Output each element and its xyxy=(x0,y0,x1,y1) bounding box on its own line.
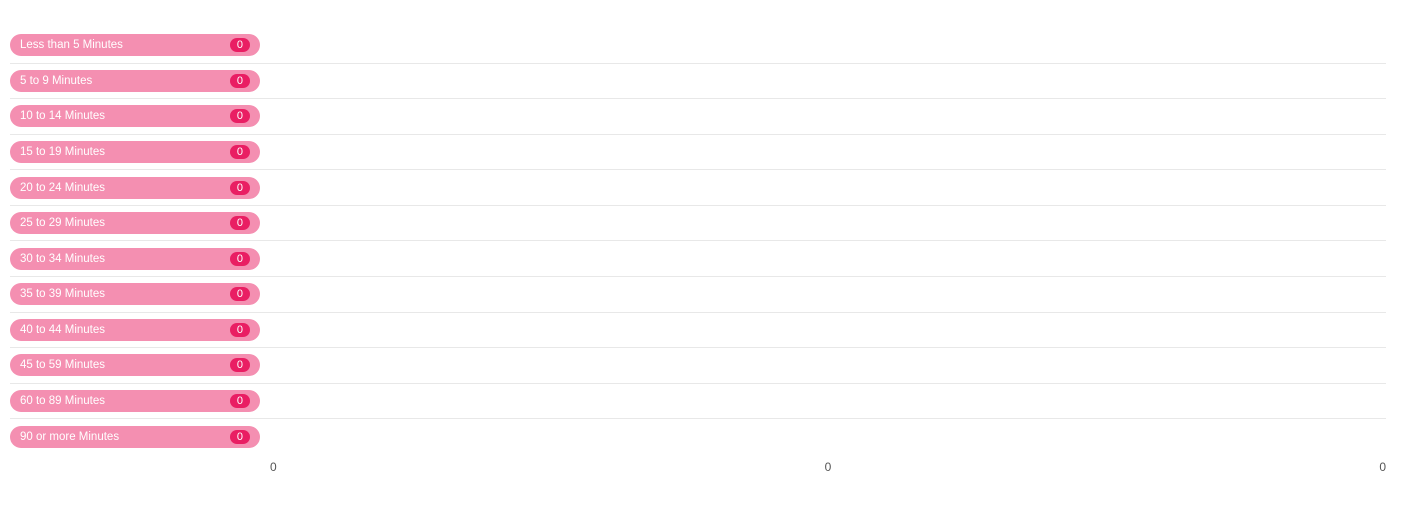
bar-label-text: 10 to 14 Minutes xyxy=(20,110,105,122)
bar-row: 10 to 14 Minutes 0 xyxy=(10,99,1386,135)
bar-label-container: 25 to 29 Minutes 0 xyxy=(10,212,270,234)
bar-row: 60 to 89 Minutes 0 xyxy=(10,384,1386,420)
bar-track xyxy=(270,279,1386,310)
x-tick: 0 xyxy=(642,460,1014,474)
bar-track xyxy=(270,30,1386,61)
bar-label-value: 0 xyxy=(230,181,250,195)
bar-label: 60 to 89 Minutes 0 xyxy=(10,390,260,412)
chart-area: Less than 5 Minutes05 to 9 Minutes010 to… xyxy=(10,28,1386,454)
bar-label: 25 to 29 Minutes 0 xyxy=(10,212,260,234)
bar-label-container: Less than 5 Minutes 0 xyxy=(10,34,270,56)
bar-label-value: 0 xyxy=(230,323,250,337)
bar-label-text: 20 to 24 Minutes xyxy=(20,182,105,194)
bar-label: 30 to 34 Minutes 0 xyxy=(10,248,260,270)
bar-label-value: 0 xyxy=(230,216,250,230)
bar-label-container: 40 to 44 Minutes 0 xyxy=(10,319,270,341)
bar-label-text: 5 to 9 Minutes xyxy=(20,75,92,87)
bar-label-container: 10 to 14 Minutes 0 xyxy=(10,105,270,127)
bar-track xyxy=(270,66,1386,97)
bar-label-container: 35 to 39 Minutes 0 xyxy=(10,283,270,305)
bar-label-value: 0 xyxy=(230,252,250,266)
bar-label-value: 0 xyxy=(230,358,250,372)
bar-label-container: 45 to 59 Minutes 0 xyxy=(10,354,270,376)
bar-label-value: 0 xyxy=(230,430,250,444)
bar-label-container: 20 to 24 Minutes 0 xyxy=(10,177,270,199)
bar-label-text: 90 or more Minutes xyxy=(20,431,119,443)
bar-track xyxy=(270,386,1386,417)
bar-label-container: 15 to 19 Minutes 0 xyxy=(10,141,270,163)
bar-label-text: 25 to 29 Minutes xyxy=(20,217,105,229)
bar-track xyxy=(270,315,1386,346)
bar-label: Less than 5 Minutes 0 xyxy=(10,34,260,56)
bar-label-container: 30 to 34 Minutes 0 xyxy=(10,248,270,270)
bar-row: 90 or more Minutes 0 xyxy=(10,419,1386,454)
bar-label-container: 5 to 9 Minutes 0 xyxy=(10,70,270,92)
bar-label: 40 to 44 Minutes 0 xyxy=(10,319,260,341)
bar-row: 20 to 24 Minutes 0 xyxy=(10,170,1386,206)
x-tick: 0 xyxy=(270,460,642,474)
bar-label-text: 15 to 19 Minutes xyxy=(20,146,105,158)
bar-track xyxy=(270,101,1386,132)
bar-row: 30 to 34 Minutes 0 xyxy=(10,241,1386,277)
x-tick: 0 xyxy=(1014,460,1386,474)
bar-row: 25 to 29 Minutes 0 xyxy=(10,206,1386,242)
bar-label: 20 to 24 Minutes 0 xyxy=(10,177,260,199)
bar-label: 10 to 14 Minutes 0 xyxy=(10,105,260,127)
bar-label: 90 or more Minutes 0 xyxy=(10,426,260,448)
bar-label-value: 0 xyxy=(230,38,250,52)
bar-label-value: 0 xyxy=(230,287,250,301)
bar-track xyxy=(270,137,1386,168)
bar-label-container: 60 to 89 Minutes 0 xyxy=(10,390,270,412)
bar-label-text: 35 to 39 Minutes xyxy=(20,288,105,300)
bar-track xyxy=(270,350,1386,381)
chart-container: Less than 5 Minutes05 to 9 Minutes010 to… xyxy=(0,0,1406,524)
bar-label: 15 to 19 Minutes 0 xyxy=(10,141,260,163)
bar-track xyxy=(270,421,1386,452)
bar-row: 35 to 39 Minutes 0 xyxy=(10,277,1386,313)
bar-label-value: 0 xyxy=(230,394,250,408)
bar-row: Less than 5 Minutes 0 xyxy=(10,28,1386,64)
bar-row: 40 to 44 Minutes 0 xyxy=(10,313,1386,349)
bar-label-text: 45 to 59 Minutes xyxy=(20,359,105,371)
bar-label: 5 to 9 Minutes 0 xyxy=(10,70,260,92)
bar-label-text: 40 to 44 Minutes xyxy=(20,324,105,336)
bar-label-value: 0 xyxy=(230,74,250,88)
bar-label: 35 to 39 Minutes 0 xyxy=(10,283,260,305)
bar-label-text: 60 to 89 Minutes xyxy=(20,395,105,407)
bar-track xyxy=(270,172,1386,203)
bar-label: 45 to 59 Minutes 0 xyxy=(10,354,260,376)
bar-row: 15 to 19 Minutes 0 xyxy=(10,135,1386,171)
bar-label-value: 0 xyxy=(230,109,250,123)
bar-row: 5 to 9 Minutes 0 xyxy=(10,64,1386,100)
bar-label-container: 90 or more Minutes 0 xyxy=(10,426,270,448)
bar-track xyxy=(270,243,1386,274)
bar-label-text: 30 to 34 Minutes xyxy=(20,253,105,265)
bar-label-text: Less than 5 Minutes xyxy=(20,39,123,51)
bar-row: 45 to 59 Minutes 0 xyxy=(10,348,1386,384)
bar-track xyxy=(270,208,1386,239)
bar-label-value: 0 xyxy=(230,145,250,159)
x-axis: 000 xyxy=(270,454,1386,474)
